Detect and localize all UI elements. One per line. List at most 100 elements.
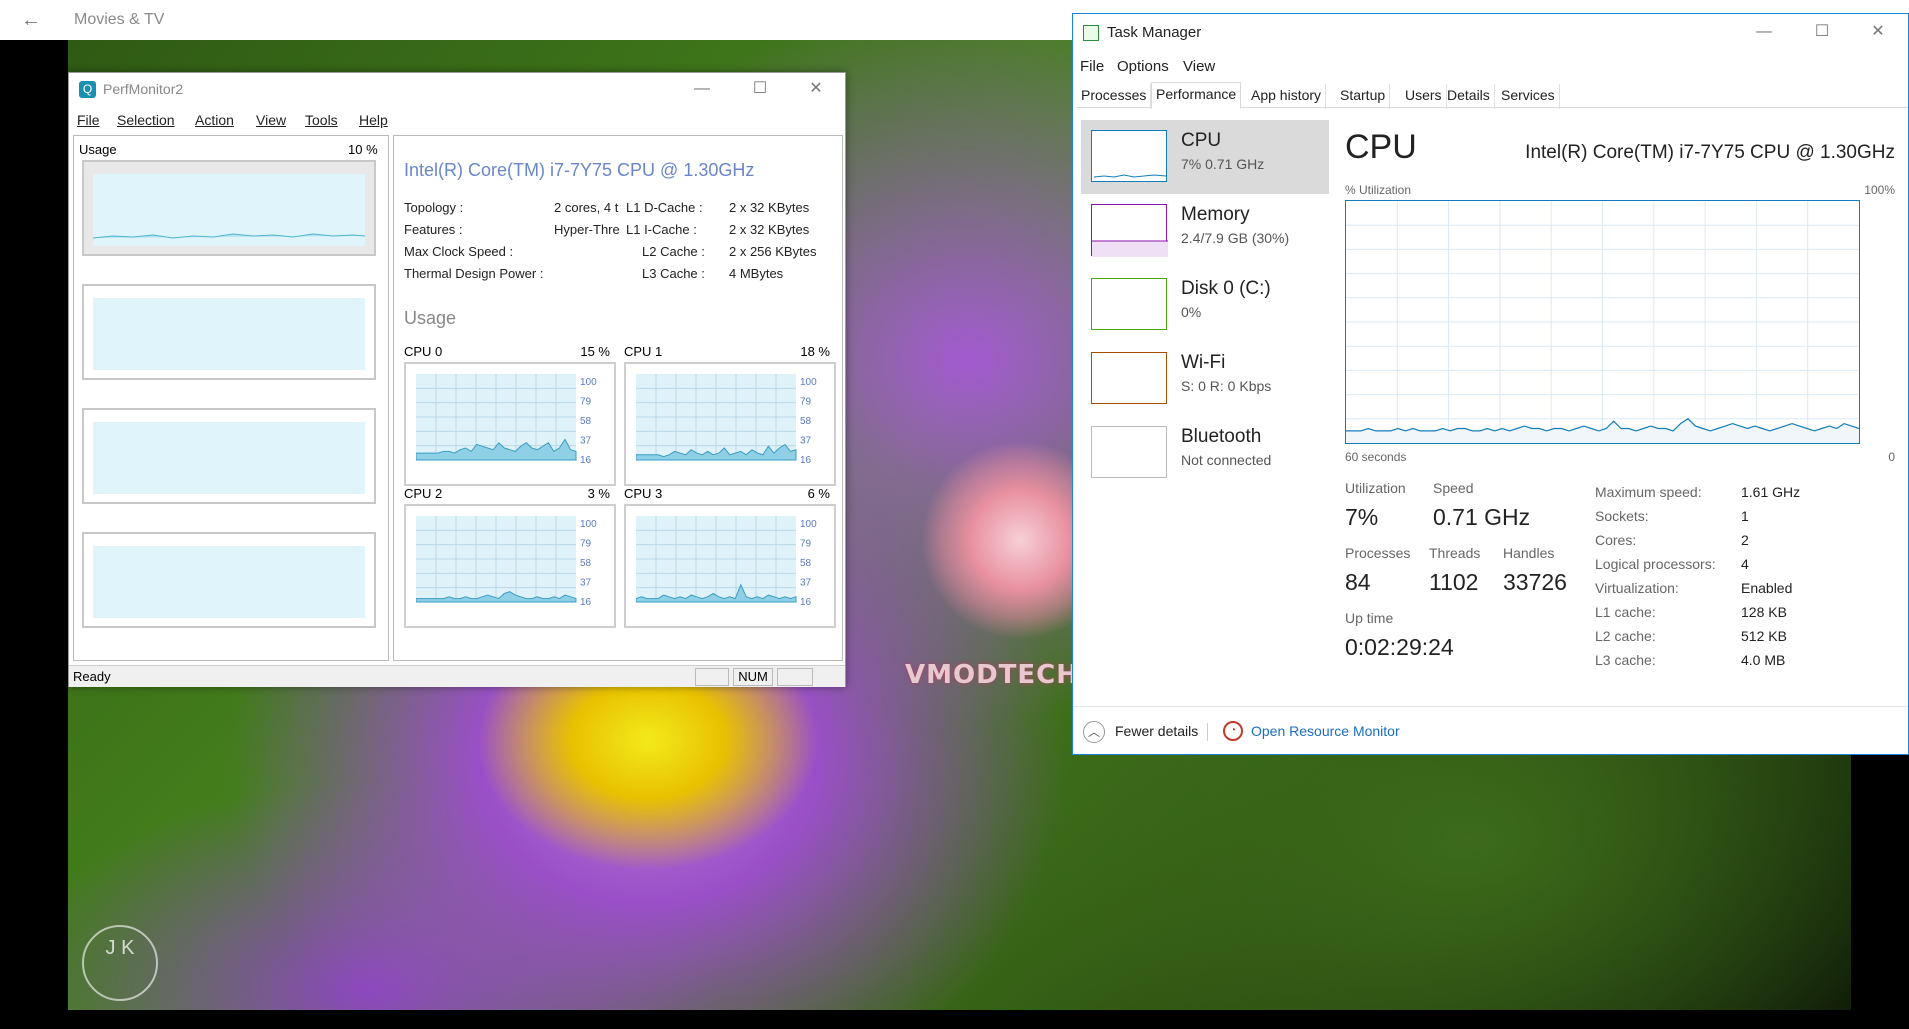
time-axis-label: 60 seconds: [1345, 450, 1407, 464]
resource-wifi[interactable]: Wi-Fi S: 0 R: 0 Kbps: [1081, 342, 1329, 416]
cpu-graph-frame: 100 79 58 37 16: [624, 504, 836, 628]
axis-tick-label: 37: [580, 436, 592, 447]
status-pane-scroll: [777, 668, 813, 686]
resource-name: Memory: [1181, 204, 1250, 225]
task-manager-app-icon: [1083, 25, 1099, 41]
menu-tools[interactable]: Tools: [305, 112, 338, 128]
stat-speed: 0.71 GHz: [1433, 504, 1531, 530]
axis-tick-label: 16: [800, 597, 812, 606]
cpu-name: Intel(R) Core(TM) i7-7Y75 CPU @ 1.30GHz: [404, 160, 755, 180]
tab-bar: Processes Performance App history Startu…: [1077, 82, 1908, 109]
fewer-details-link[interactable]: Fewer details: [1115, 723, 1198, 739]
menu-bar: File Selection Action View Tools Help: [69, 109, 845, 131]
thumbnail-usage[interactable]: [82, 160, 376, 256]
cpu-percent: 3 %: [587, 486, 610, 501]
mini-graph: [1091, 278, 1167, 330]
info-label: Features :: [404, 222, 463, 237]
thumbnail-empty-1[interactable]: [82, 284, 376, 380]
tab-users[interactable]: Users: [1401, 84, 1447, 109]
usage-heading: Usage: [404, 308, 457, 328]
resource-memory[interactable]: Memory 2.4/7.9 GB (30%): [1081, 194, 1329, 268]
resource-name: Bluetooth: [1181, 426, 1262, 447]
tab-processes[interactable]: Processes: [1077, 84, 1152, 109]
minimize-button[interactable]: —: [673, 73, 731, 105]
resource-name: CPU: [1181, 130, 1222, 151]
thumbnail-empty-2[interactable]: [82, 408, 376, 504]
usage-label: Usage: [79, 142, 117, 157]
cpu-performance-panel: CPU Intel(R) Core(TM) i7-7Y75 CPU @ 1.30…: [1339, 120, 1909, 710]
perfmonitor-app-icon: Q: [79, 81, 96, 98]
menu-action[interactable]: Action: [195, 112, 234, 128]
stat-processes: 84: [1345, 569, 1371, 595]
resource-cpu[interactable]: CPU 7% 0.71 GHz: [1081, 120, 1329, 194]
detail-label: Logical processors:: [1595, 556, 1716, 572]
menu-selection[interactable]: Selection: [117, 112, 175, 128]
axis-tick-label: 37: [800, 578, 812, 589]
menu-view[interactable]: View: [1183, 58, 1215, 75]
cpu-utilization-plot: [1346, 201, 1860, 443]
mini-graph: [1091, 204, 1168, 257]
close-button[interactable]: ✕: [787, 73, 845, 105]
maximize-button[interactable]: ☐: [731, 73, 789, 105]
thumbnail-empty-3[interactable]: [82, 532, 376, 628]
cpu-utilization-graph: [1345, 200, 1860, 444]
thumbnail-graph: [93, 546, 365, 618]
open-resource-monitor-link[interactable]: Open Resource Monitor: [1251, 723, 1400, 739]
detail-label: L3 cache:: [1595, 652, 1656, 668]
tab-details[interactable]: Details: [1443, 84, 1495, 109]
stat-label: Processes: [1345, 545, 1411, 561]
minimize-button[interactable]: —: [1735, 16, 1793, 48]
info-value: Hyper-Thre: [554, 222, 620, 237]
resource-value: 2.4/7.9 GB (30%): [1181, 230, 1290, 246]
window-title: PerfMonitor2: [103, 81, 184, 97]
chevron-up-icon[interactable]: ︿: [1083, 721, 1105, 743]
axis-tick-label: 58: [800, 558, 812, 569]
status-text: Ready: [73, 669, 111, 684]
menu-help[interactable]: Help: [359, 112, 388, 128]
menu-view[interactable]: View: [256, 112, 286, 128]
task-manager-window: Task Manager — ☐ ✕ File Options View Pro…: [1072, 13, 1909, 755]
resource-value: S: 0 R: 0 Kbps: [1181, 378, 1272, 394]
axis-tick-label: 79: [800, 397, 812, 408]
perfmonitor-titlebar: Q PerfMonitor2 — ☐ ✕: [69, 73, 845, 105]
status-pane-num: NUM: [733, 668, 773, 686]
window-title: Task Manager: [1107, 24, 1202, 41]
stat-label: Handles: [1503, 545, 1555, 561]
back-arrow-icon[interactable]: ←: [18, 8, 44, 32]
cpu-label: CPU 1: [624, 344, 663, 359]
stat-threads: 1102: [1429, 569, 1479, 595]
info-value: 2 cores, 4 t: [554, 200, 619, 215]
tab-services[interactable]: Services: [1497, 84, 1560, 109]
close-button[interactable]: ✕: [1849, 16, 1907, 48]
footer-divider: [1207, 723, 1208, 741]
tab-performance[interactable]: Performance: [1151, 82, 1242, 109]
thumbnail-panel: Usage 10 %: [73, 135, 389, 661]
resource-monitor-icon[interactable]: ◔: [1223, 721, 1243, 741]
tab-app-history[interactable]: App history: [1247, 84, 1327, 109]
cpu-graph: 100 79 58 37 16: [416, 374, 597, 464]
cache-label: L2 Cache :: [642, 244, 705, 259]
menu-options[interactable]: Options: [1117, 58, 1169, 75]
maximize-button[interactable]: ☐: [1793, 16, 1851, 48]
tab-startup[interactable]: Startup: [1336, 84, 1391, 109]
cpu-graph-frame: 100 79 58 37 16: [624, 362, 836, 486]
stat-uptime: 0:02:29:24: [1345, 634, 1454, 660]
cpu-2-chart: CPU 2 3 % 100 79 58 37 16: [404, 486, 616, 628]
detail-label: Cores:: [1595, 532, 1637, 548]
detail-value: 4: [1741, 556, 1749, 572]
detail-value: 128 KB: [1741, 604, 1787, 620]
app-title: Movies & TV: [74, 11, 165, 28]
resource-bluetooth[interactable]: Bluetooth Not connected: [1081, 416, 1329, 490]
menu-file[interactable]: File: [1080, 58, 1104, 75]
resource-disk[interactable]: Disk 0 (C:) 0%: [1081, 268, 1329, 342]
utilization-axis-max: 100%: [1864, 183, 1895, 197]
cache-label: L3 Cache :: [642, 266, 705, 281]
mini-graph-fill: [1092, 240, 1168, 257]
axis-tick-label: 16: [800, 455, 812, 464]
menu-file[interactable]: File: [77, 112, 100, 128]
resource-list: CPU 7% 0.71 GHz Memory 2.4/7.9 GB (30%) …: [1077, 120, 1329, 710]
resource-value: 0%: [1181, 304, 1202, 320]
cpu-heading: CPU: [1345, 128, 1417, 166]
thumbnail-sparkline: [92, 233, 366, 239]
mini-graph: [1091, 352, 1167, 404]
